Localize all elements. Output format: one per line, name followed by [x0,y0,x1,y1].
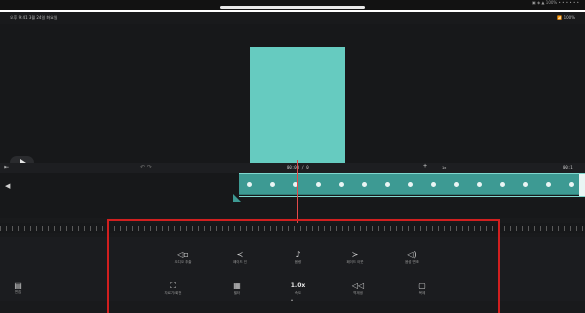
clip-frame-marker [500,182,505,187]
tool-audio-extract[interactable]: ◁▫ 오디오 추출 [163,250,203,264]
speed-icon: 1.0x [290,282,306,289]
playhead[interactable] [297,160,298,225]
clip-frame-marker [270,182,275,187]
clip-frame-marker [339,182,344,187]
timeline-track-area[interactable]: ◀ [0,173,585,218]
audio-icon: ♪ [295,250,301,259]
tool-label: 역재생 [353,291,363,295]
clip-frame-marker [247,182,252,187]
device-top-strip: ▣ ◈ ▲ 100% • • • • • • [0,0,585,10]
tool-label: 오디오 추출 [174,260,192,264]
keyframe-toggle-icon[interactable]: ⇤ [4,164,9,171]
clip-frame-marker [523,182,528,187]
start-handle-foot [233,194,241,202]
clip-frame-marker [546,182,551,187]
tool-label: 필터 [233,291,241,295]
end-timecode: 00:1 [563,165,573,170]
video-preview[interactable] [0,24,585,174]
tool-label: 속도 [294,291,302,295]
clip-start-handle[interactable] [233,194,243,202]
tool-label: 음량 [294,260,302,264]
tool-volume[interactable]: ♪ 음량 [278,250,318,264]
clip-end-handle[interactable] [579,174,585,196]
device-status-text: ▣ ◈ ▲ 100% • • • • • • [532,0,579,5]
volume-icon: ◁▫ [177,250,189,259]
tool-label: 편집 [14,290,22,294]
clip-frame-marker [477,182,482,187]
tool-fade-in[interactable]: ≺ 페이드 인 [220,250,260,264]
tool-crop[interactable]: ⛶ 자르기/회전 [153,281,193,295]
time-ruler [0,223,585,233]
collapse-icon[interactable]: ◀ [5,182,10,190]
screenshot-frame: ▣ ◈ ▲ 100% • • • • • • 오후 9:41 3월 24일 화요… [0,0,585,313]
clip-frame-marker [431,182,436,187]
clip-frame-marker [362,182,367,187]
tool-label: 복제 [418,291,426,295]
undo-redo-icons[interactable]: ↶ ↷ [140,164,152,171]
status-battery: 📶 100% [557,15,575,20]
add-keyframe-icon[interactable]: + [423,163,427,170]
tool-label: 페이드 인 [233,260,247,264]
tool-label: 자르기/회전 [164,291,182,295]
clip-frame-marker [385,182,390,187]
crop-icon: ⛶ [170,281,176,290]
tool-speed[interactable]: 1.0x 속도 [278,281,318,295]
fade-in-icon: ≺ [236,250,244,259]
edit-tool-panel: ◁▫ 오디오 추출 ≺ 페이드 인 ♪ 음량 ≻ 페이드 아웃 ◁) 음성 변조… [0,237,585,302]
preview-frame [250,47,345,174]
filter-icon: ▦ [233,281,241,290]
clip-frame-marker [454,182,459,187]
video-clip-track[interactable] [239,173,585,196]
edit-menu-icon: ▤ [14,281,22,290]
clip-underline [239,196,585,197]
tool-fade-out[interactable]: ≻ 페이드 아웃 [335,250,375,264]
clip-frame-marker [408,182,413,187]
status-time-date: 오후 9:41 3월 24일 화요일 [10,15,58,20]
snapshot-icon: ▢ [418,281,426,290]
timeline-header: ⇤ ↶ ↷ 00:00 / 0 + 1x 00:1 [0,163,585,173]
clip-frame-marker [316,182,321,187]
panel-caret-icon[interactable]: ▴ [291,297,293,302]
tool-label: 페이드 아웃 [346,260,364,264]
tool-voice-change[interactable]: ◁) 음성 변조 [392,250,432,264]
tool-reverse[interactable]: ◁◁ 역재생 [338,281,378,295]
clip-frame-marker [569,182,574,187]
tool-filter[interactable]: ▦ 필터 [217,281,257,295]
denoise-icon: ◁) [407,250,417,259]
tool-label: 음성 변조 [405,260,419,264]
speed-indicator: 1x [442,165,447,170]
tool-edit-menu[interactable]: ▤ 편집 [8,281,28,295]
status-bar: 오후 9:41 3월 24일 화요일 📶 100% [0,12,585,24]
reverse-icon: ◁◁ [351,281,365,290]
home-indicator [220,6,365,9]
fade-out-icon: ≻ [351,250,359,259]
tool-duplicate[interactable]: ▢ 복제 [402,281,442,295]
